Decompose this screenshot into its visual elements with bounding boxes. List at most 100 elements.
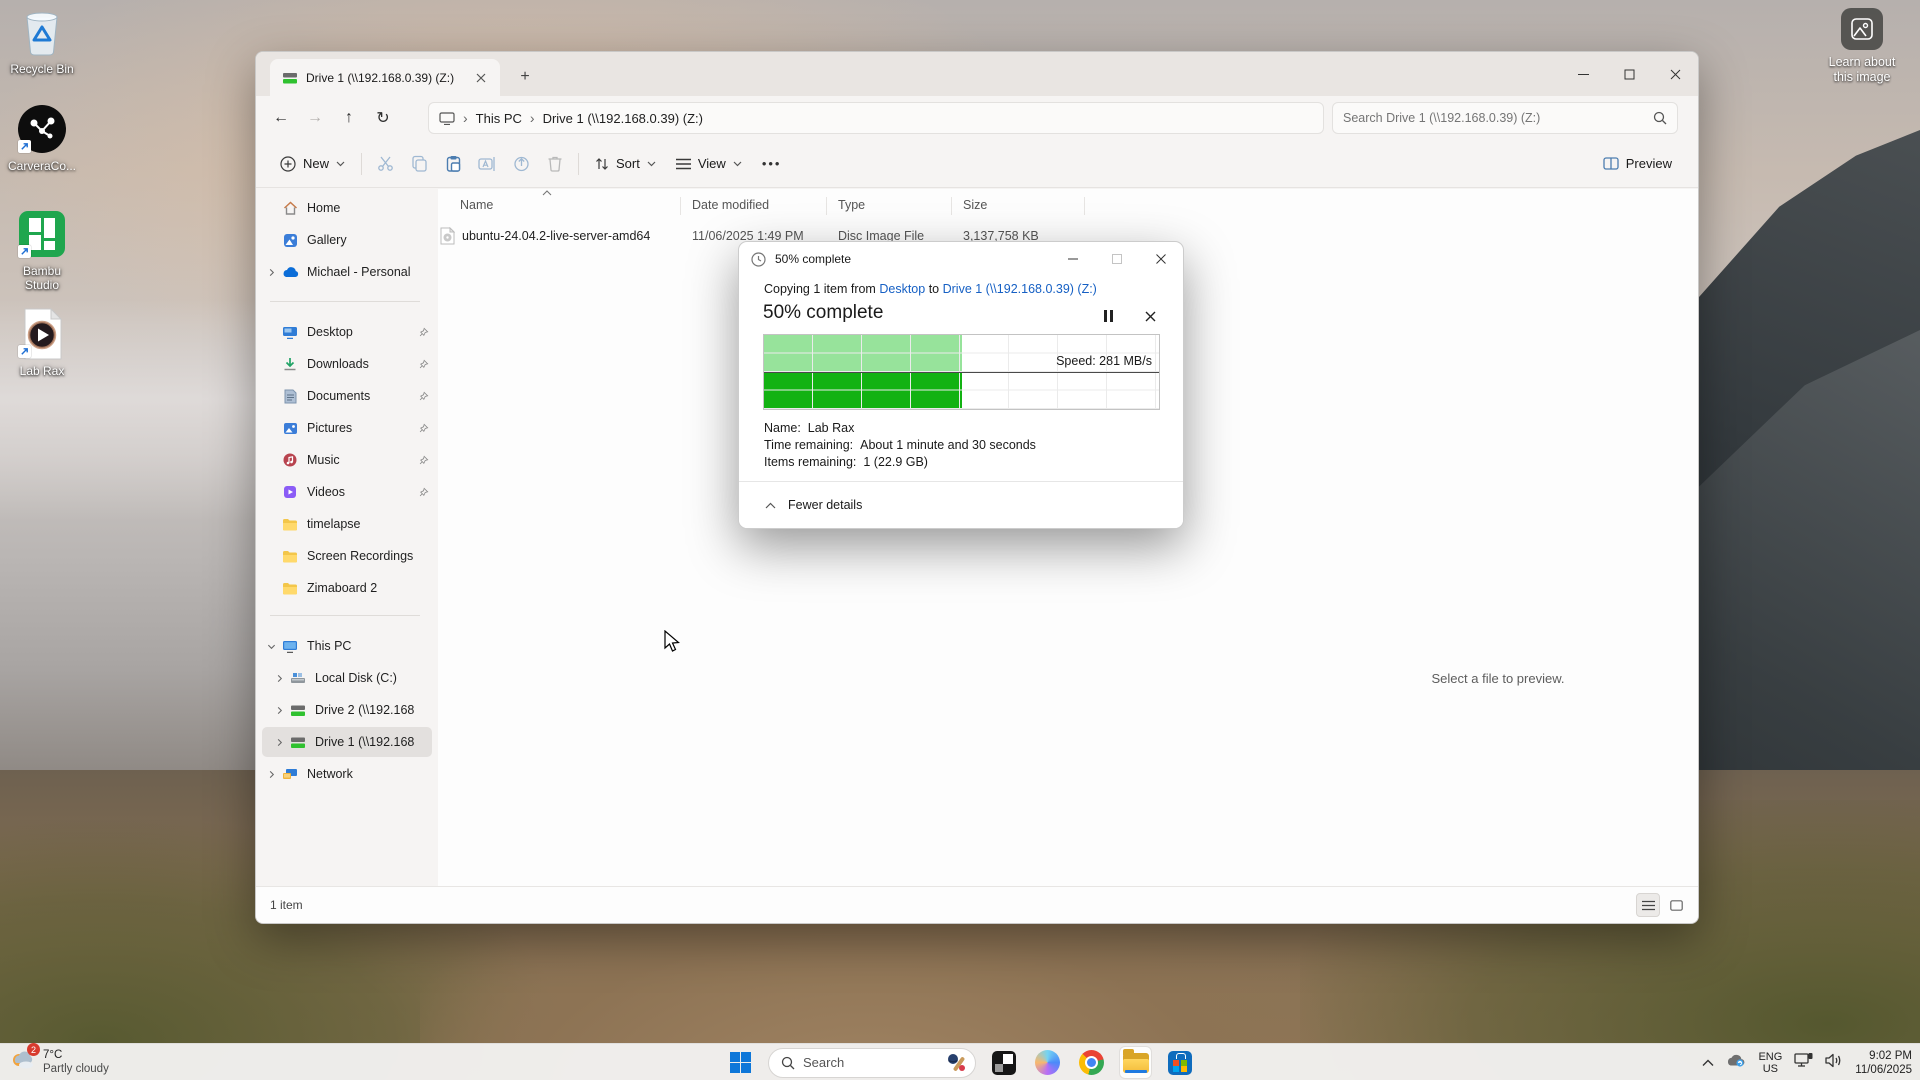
copy-progress-icon xyxy=(751,252,766,267)
search-icon xyxy=(1653,111,1667,125)
sidebar-item-gallery[interactable]: Gallery xyxy=(262,225,432,255)
delete-button[interactable] xyxy=(538,147,572,181)
dialog-close-button[interactable] xyxy=(1139,242,1183,276)
sidebar-item-drive-1[interactable]: Drive 1 (\\192.168 xyxy=(262,727,432,757)
share-button[interactable] xyxy=(504,147,538,181)
sidebar-item-downloads[interactable]: Downloads xyxy=(262,349,432,379)
preview-toggle-button[interactable]: Preview xyxy=(1593,149,1682,178)
learn-about-this-image[interactable]: Learn about this image xyxy=(1814,8,1910,85)
taskbar-app-microsoft-store[interactable] xyxy=(1163,1046,1196,1079)
start-button[interactable] xyxy=(724,1046,757,1079)
taskbar: 2 7°C Partly cloudy Search xyxy=(0,1043,1920,1080)
tray-chevron-up-icon[interactable] xyxy=(1702,1054,1714,1072)
chrome-icon xyxy=(1079,1050,1104,1075)
dialog-maximize-button[interactable] xyxy=(1095,242,1139,276)
sidebar-item-onedrive[interactable]: Michael - Personal xyxy=(262,257,432,287)
column-divider[interactable] xyxy=(1084,197,1085,215)
column-type[interactable]: Type xyxy=(838,198,865,212)
pause-button[interactable] xyxy=(1097,306,1119,326)
rename-button[interactable] xyxy=(470,147,504,181)
dialog-minimize-button[interactable] xyxy=(1051,242,1095,276)
chevron-right-icon[interactable] xyxy=(270,674,288,683)
up-button[interactable]: ↑ xyxy=(332,102,366,134)
fewer-details-button[interactable]: Fewer details xyxy=(739,481,1183,528)
column-name[interactable]: Name xyxy=(460,198,493,212)
dialog-titlebar: 50% complete xyxy=(739,242,1183,276)
new-button[interactable]: New xyxy=(270,149,355,179)
sidebar-item-music[interactable]: Music xyxy=(262,445,432,475)
view-button[interactable]: View xyxy=(666,149,752,178)
copy-button[interactable] xyxy=(402,147,436,181)
destination-link[interactable]: Drive 1 (\\192.168.0.39) (Z:) xyxy=(943,282,1097,296)
column-divider[interactable] xyxy=(951,197,952,215)
sidebar-item-screen-recordings[interactable]: Screen Recordings xyxy=(262,541,432,571)
volume-tray-icon[interactable] xyxy=(1825,1053,1843,1073)
back-button[interactable]: ← xyxy=(264,102,298,134)
desktop-icon-carvera[interactable]: CarveraCo... xyxy=(0,103,84,173)
window-maximize-button[interactable] xyxy=(1606,52,1652,96)
clock[interactable]: 9:02 PM 11/06/2025 xyxy=(1855,1049,1912,1077)
sidebar-item-network[interactable]: Network xyxy=(262,759,432,789)
new-tab-button[interactable]: + xyxy=(514,66,536,88)
paste-button[interactable] xyxy=(436,147,470,181)
breadcrumb[interactable]: › This PC › Drive 1 (\\192.168.0.39) (Z:… xyxy=(428,102,1324,134)
chevron-right-icon[interactable] xyxy=(270,738,288,747)
cut-button[interactable] xyxy=(368,147,402,181)
forward-button[interactable]: → xyxy=(298,102,332,134)
desktop-icon-lab-rax[interactable]: Lab Rax xyxy=(0,308,84,378)
onedrive-tray-icon[interactable] xyxy=(1726,1053,1746,1072)
search-box[interactable] xyxy=(1332,102,1678,134)
sidebar-item-documents[interactable]: Documents xyxy=(262,381,432,411)
desktop-icon-bambu-studio[interactable]: Bambu Studio xyxy=(0,208,84,292)
sidebar-item-pictures[interactable]: Pictures xyxy=(262,413,432,443)
sidebar-item-videos[interactable]: Videos xyxy=(262,477,432,507)
sidebar-item-local-disk-c[interactable]: Local Disk (C:) xyxy=(262,663,432,693)
language-indicator[interactable]: ENG US xyxy=(1758,1051,1782,1075)
sort-button[interactable]: Sort xyxy=(585,149,666,178)
chevron-right-icon[interactable] xyxy=(262,268,280,277)
taskbar-app-chrome[interactable] xyxy=(1075,1046,1108,1079)
detail-name: Name: Lab Rax xyxy=(764,420,1036,437)
speed-line xyxy=(764,372,1159,373)
sidebar-item-zimaboard-2[interactable]: Zimaboard 2 xyxy=(262,573,432,603)
chevron-up-icon xyxy=(765,502,776,509)
window-close-button[interactable] xyxy=(1652,52,1698,96)
taskbar-app-file-explorer[interactable] xyxy=(1119,1046,1152,1079)
sidebar-item-desktop[interactable]: Desktop xyxy=(262,317,432,347)
tab-close-icon[interactable] xyxy=(470,67,492,89)
chevron-right-icon[interactable] xyxy=(270,706,288,715)
chevron-down-icon[interactable] xyxy=(262,642,280,651)
cancel-copy-button[interactable] xyxy=(1139,306,1161,326)
column-size[interactable]: Size xyxy=(963,198,987,212)
column-date-modified[interactable]: Date modified xyxy=(692,198,769,212)
weather-condition: Partly cloudy xyxy=(43,1062,109,1076)
explorer-tab[interactable]: Drive 1 (\\192.168.0.39) (Z:) xyxy=(270,59,500,96)
taskbar-app-task-view[interactable] xyxy=(987,1046,1020,1079)
source-link[interactable]: Desktop xyxy=(879,282,925,296)
taskbar-app-copilot[interactable] xyxy=(1031,1046,1064,1079)
refresh-button[interactable]: ↻ xyxy=(366,102,400,134)
breadcrumb-current[interactable]: Drive 1 (\\192.168.0.39) (Z:) xyxy=(543,111,703,126)
sidebar-item-timelapse[interactable]: timelapse xyxy=(262,509,432,539)
column-divider[interactable] xyxy=(826,197,827,215)
window-minimize-button[interactable] xyxy=(1560,52,1606,96)
shortcut-arrow-icon xyxy=(18,245,31,258)
details-view-toggle[interactable] xyxy=(1636,893,1660,917)
taskbar-search[interactable]: Search xyxy=(768,1048,976,1078)
file-explorer-icon xyxy=(1123,1053,1149,1073)
breadcrumb-this-pc[interactable]: This PC xyxy=(476,111,522,126)
sidebar-item-this-pc[interactable]: This PC xyxy=(262,631,432,661)
desktop-icon-recycle-bin[interactable]: Recycle Bin xyxy=(0,6,84,76)
weather-widget[interactable]: 2 7°C Partly cloudy xyxy=(10,1047,109,1076)
sidebar-item-home[interactable]: Home xyxy=(262,193,432,223)
more-options-button[interactable]: ••• xyxy=(752,149,792,178)
large-icons-view-toggle[interactable] xyxy=(1664,893,1688,917)
file-name[interactable]: ubuntu-24.04.2-live-server-amd64 xyxy=(462,229,650,243)
search-input[interactable] xyxy=(1343,111,1653,125)
sidebar-item-drive-2[interactable]: Drive 2 (\\192.168 xyxy=(262,695,432,725)
column-divider[interactable] xyxy=(680,197,681,215)
explorer-titlebar: Drive 1 (\\192.168.0.39) (Z:) + xyxy=(256,52,1698,96)
chevron-down-icon xyxy=(336,161,345,167)
chevron-right-icon[interactable] xyxy=(262,770,280,779)
network-tray-icon[interactable] xyxy=(1794,1052,1813,1073)
